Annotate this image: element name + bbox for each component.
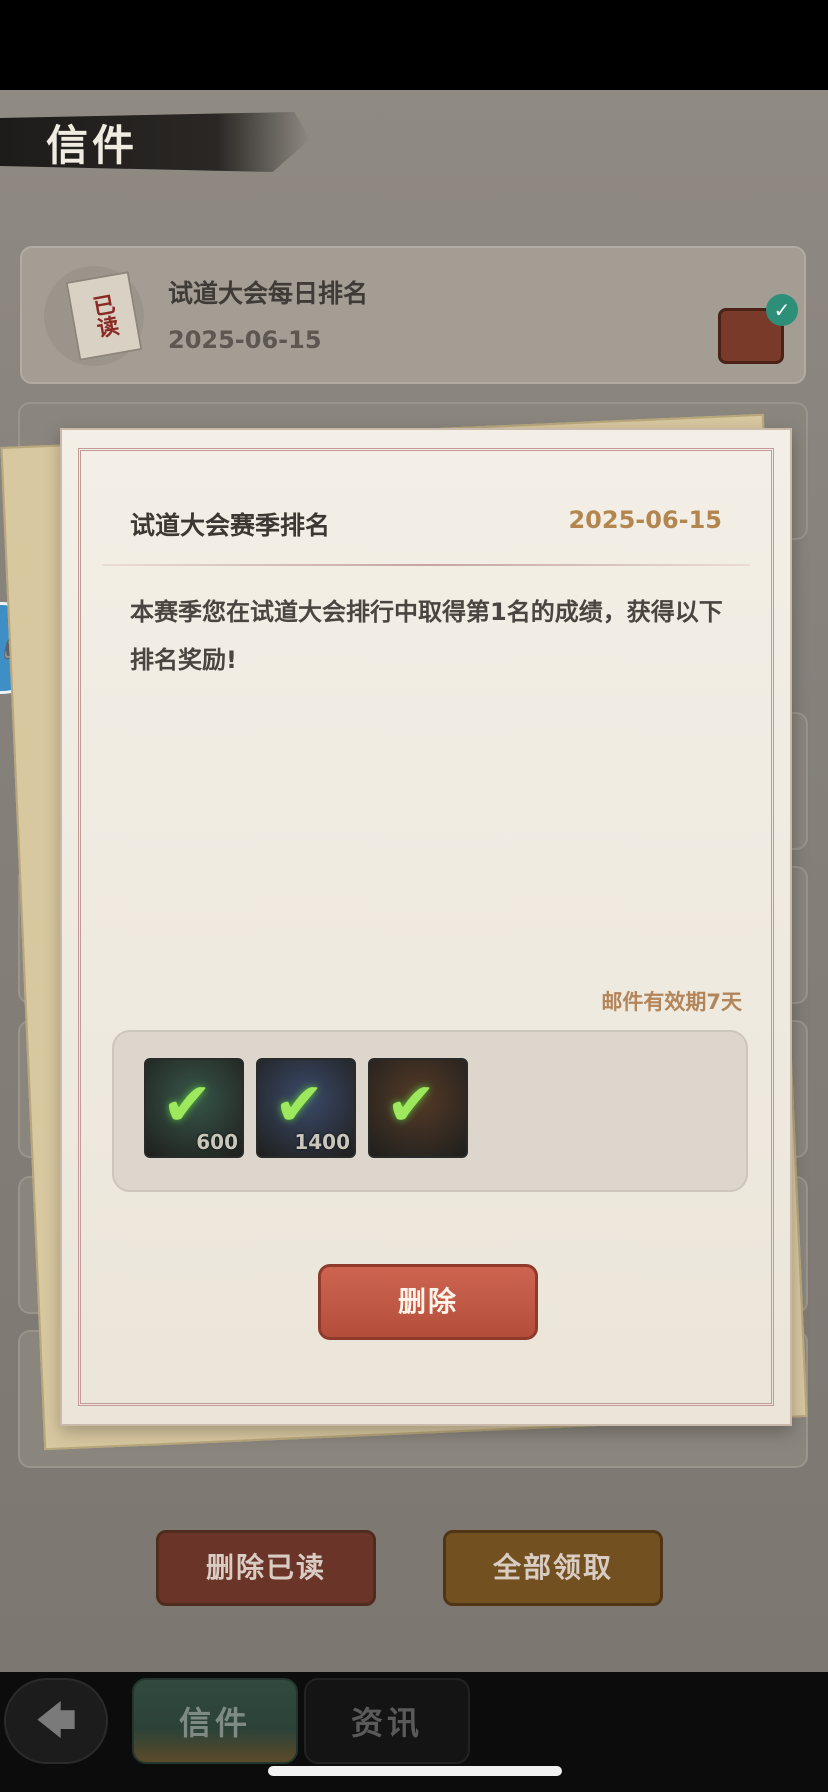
mail-item-title: 试道大会每日排名: [168, 279, 369, 308]
reward-count: 1400: [294, 1130, 350, 1154]
status-bar: [0, 0, 828, 90]
letter-title: 试道大会赛季排名: [130, 511, 331, 540]
read-mail-icon: 已读: [44, 266, 144, 366]
delete-button[interactable]: 删除: [318, 1264, 538, 1340]
mail-item-date: 2025-06-15: [168, 326, 322, 354]
claim-all-button[interactable]: 全部领取: [443, 1530, 663, 1606]
reward-item[interactable]: ✔ 1400: [256, 1058, 356, 1158]
tab-mail[interactable]: 信件: [132, 1678, 298, 1764]
reward-count: 600: [196, 1130, 238, 1154]
validity-note: 邮件有效期7天: [601, 990, 742, 1014]
letter-body: 本赛季您在试道大会排行中取得第1名的成绩，获得以下排名奖励!: [130, 598, 723, 674]
letter-date: 2025-06-15: [568, 506, 722, 534]
reward-item[interactable]: ✔: [368, 1058, 468, 1158]
divider: [102, 564, 750, 566]
back-button[interactable]: 🡄: [4, 1678, 108, 1764]
home-indicator: [268, 1766, 562, 1776]
delete-read-button[interactable]: 删除已读: [156, 1530, 376, 1606]
reward-container: ✔ 600 ✔ 1400 ✔: [112, 1030, 748, 1192]
mail-detail-letter: 试道大会赛季排名 2025-06-15 本赛季您在试道大会排行中取得第1名的成绩…: [60, 428, 792, 1426]
arrow-left-icon: 🡄: [35, 1698, 77, 1744]
reward-item[interactable]: ✔ 600: [144, 1058, 244, 1158]
tab-news[interactable]: 资讯: [304, 1678, 470, 1764]
claimed-check-icon: ✔: [386, 1070, 437, 1140]
page-title: 信件: [46, 121, 139, 170]
read-badge: 已读: [65, 271, 143, 361]
claimed-check-icon: ✓: [766, 294, 798, 326]
mail-list-item[interactable]: 已读 试道大会每日排名 2025-06-15 ✓: [20, 246, 806, 384]
